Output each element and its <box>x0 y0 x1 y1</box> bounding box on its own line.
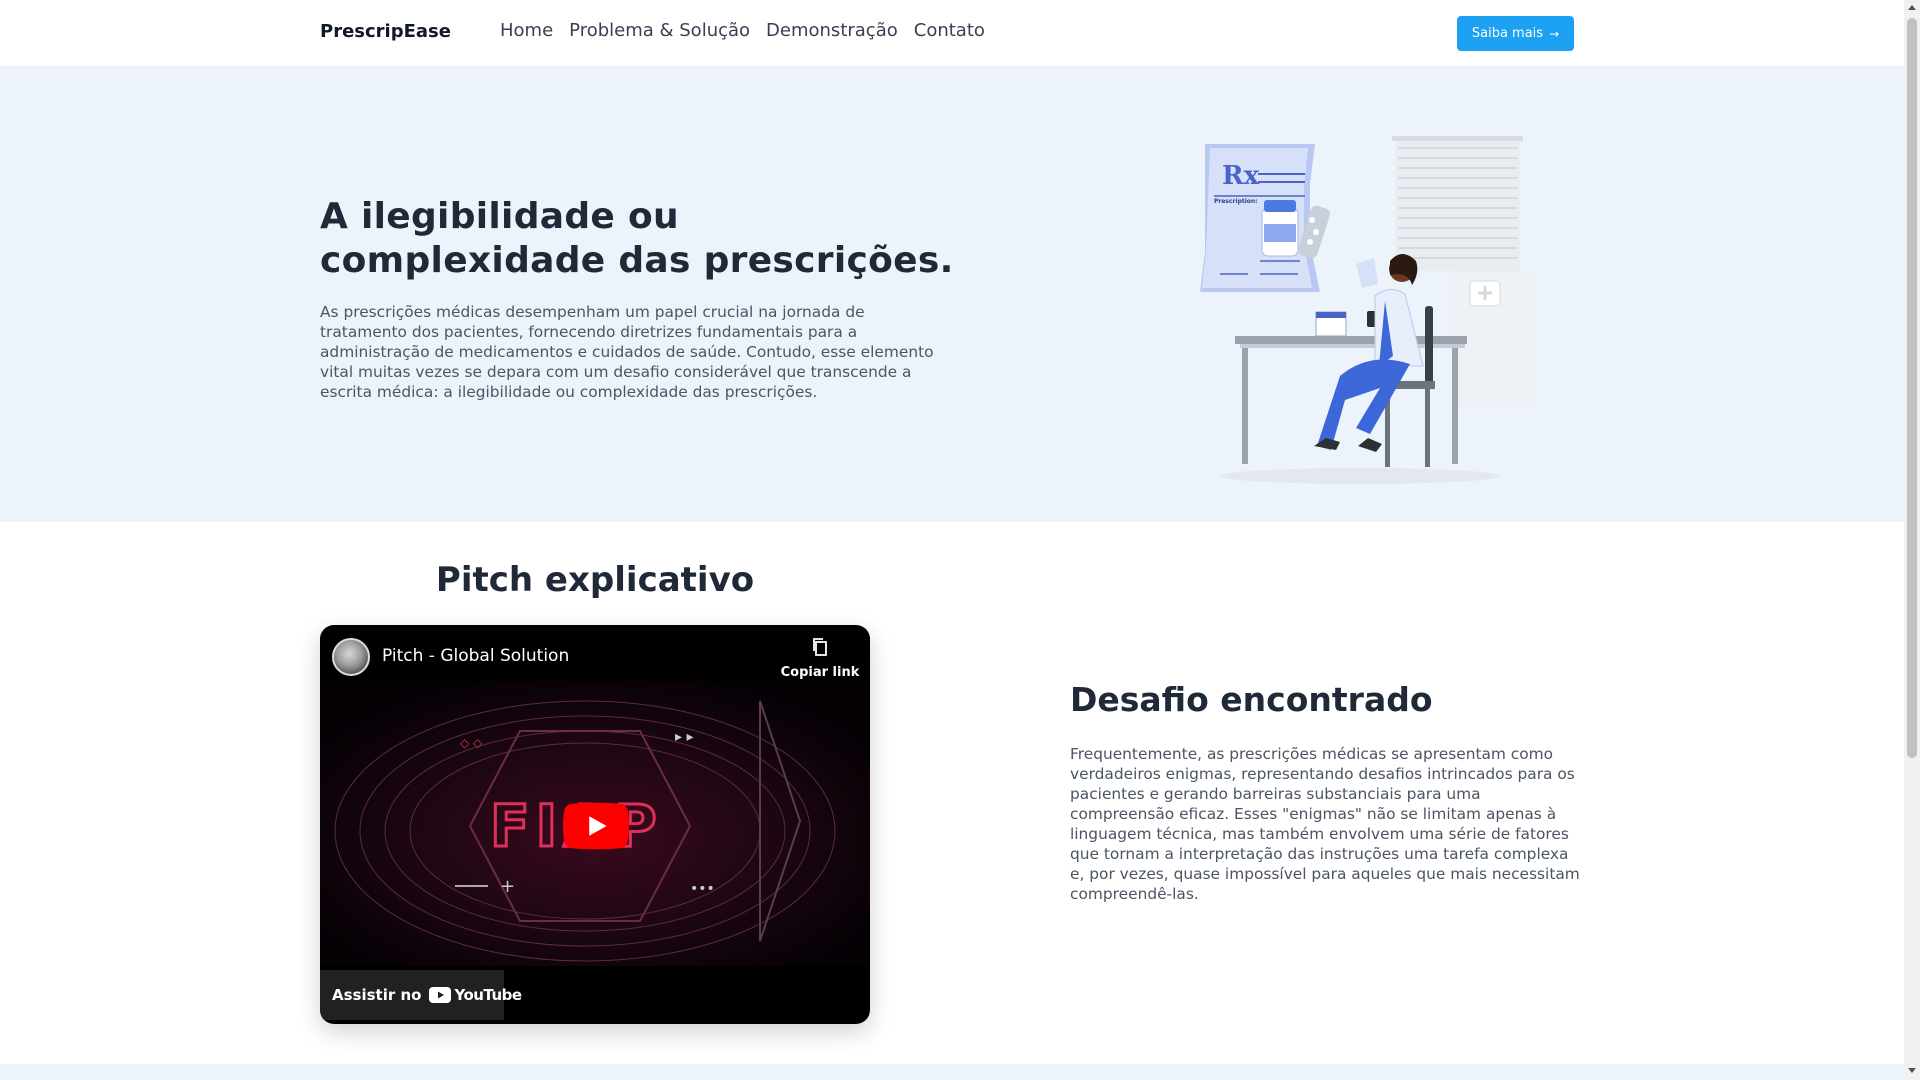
doctor-prescription-illustration: Rx Prescription: <box>1200 136 1535 484</box>
hero-title-line-2: complexidade das prescrições. <box>320 240 954 281</box>
nav-link-problema-solucao[interactable]: Problema & Solução <box>569 20 750 41</box>
watch-on-youtube-button[interactable]: Assistir no YouTube <box>320 970 522 1020</box>
rx-text: Rx <box>1222 161 1260 191</box>
play-button-icon[interactable] <box>563 802 629 850</box>
svg-text:•••: ••• <box>690 881 715 897</box>
copy-link-label: Copiar link <box>780 665 860 680</box>
hero-title: A ilegibilidade ou complexidade das pres… <box>320 195 980 283</box>
prescription-label: Prescription: <box>1214 198 1258 205</box>
svg-text:◇ ◇: ◇ ◇ <box>460 736 483 750</box>
youtube-icon <box>429 987 452 1003</box>
watch-on-label: Assistir no <box>332 986 422 1004</box>
svg-text:▸ ▸: ▸ ▸ <box>675 729 694 745</box>
brand-logo[interactable]: PrescripEase <box>320 21 451 42</box>
pitch-title: Pitch explicativo <box>435 560 755 600</box>
challenge-description: Frequentemente, as prescrições médicas s… <box>1070 745 1580 903</box>
next-section-edge <box>0 1064 1904 1080</box>
video-title[interactable]: Pitch - Global Solution <box>382 646 569 666</box>
youtube-video-embed[interactable]: FIAP ◇ ◇ ▸ ▸ + ••• Pitch - Global Soluti… <box>320 625 870 1024</box>
nav-link-home[interactable]: Home <box>500 20 553 41</box>
hero-title-line-1: A ilegibilidade ou <box>320 196 679 237</box>
hero-description: As prescrições médicas desempenham um pa… <box>320 303 934 401</box>
youtube-logo: YouTube <box>429 986 522 1004</box>
copy-icon <box>813 638 827 656</box>
saiba-mais-label: Saiba mais <box>1471 26 1544 41</box>
youtube-wordmark: YouTube <box>454 986 522 1004</box>
saiba-mais-button[interactable]: Saiba mais → <box>1457 16 1574 51</box>
challenge-title: Desafio encontrado <box>1070 680 1433 719</box>
nav-links: Home Problema & Solução Demonstração Con… <box>500 20 985 41</box>
video-header: Pitch - Global Solution Copiar link <box>320 625 870 685</box>
navbar: PrescripEase Home Problema & Solução Dem… <box>0 0 1904 66</box>
page-scrollbar[interactable] <box>1904 0 1920 1080</box>
scroll-down-icon[interactable] <box>1908 1068 1916 1073</box>
scroll-up-icon[interactable] <box>1908 5 1916 10</box>
hero-section: A ilegibilidade ou complexidade das pres… <box>0 66 1904 522</box>
copy-link-button[interactable]: Copiar link <box>780 637 860 680</box>
svg-text:+: + <box>500 876 515 897</box>
nav-link-contato[interactable]: Contato <box>914 20 985 41</box>
nav-link-demonstracao[interactable]: Demonstração <box>766 20 898 41</box>
channel-avatar[interactable] <box>332 638 370 676</box>
arrow-right-icon: → <box>1549 26 1560 41</box>
scroll-thumb[interactable] <box>1907 18 1917 758</box>
